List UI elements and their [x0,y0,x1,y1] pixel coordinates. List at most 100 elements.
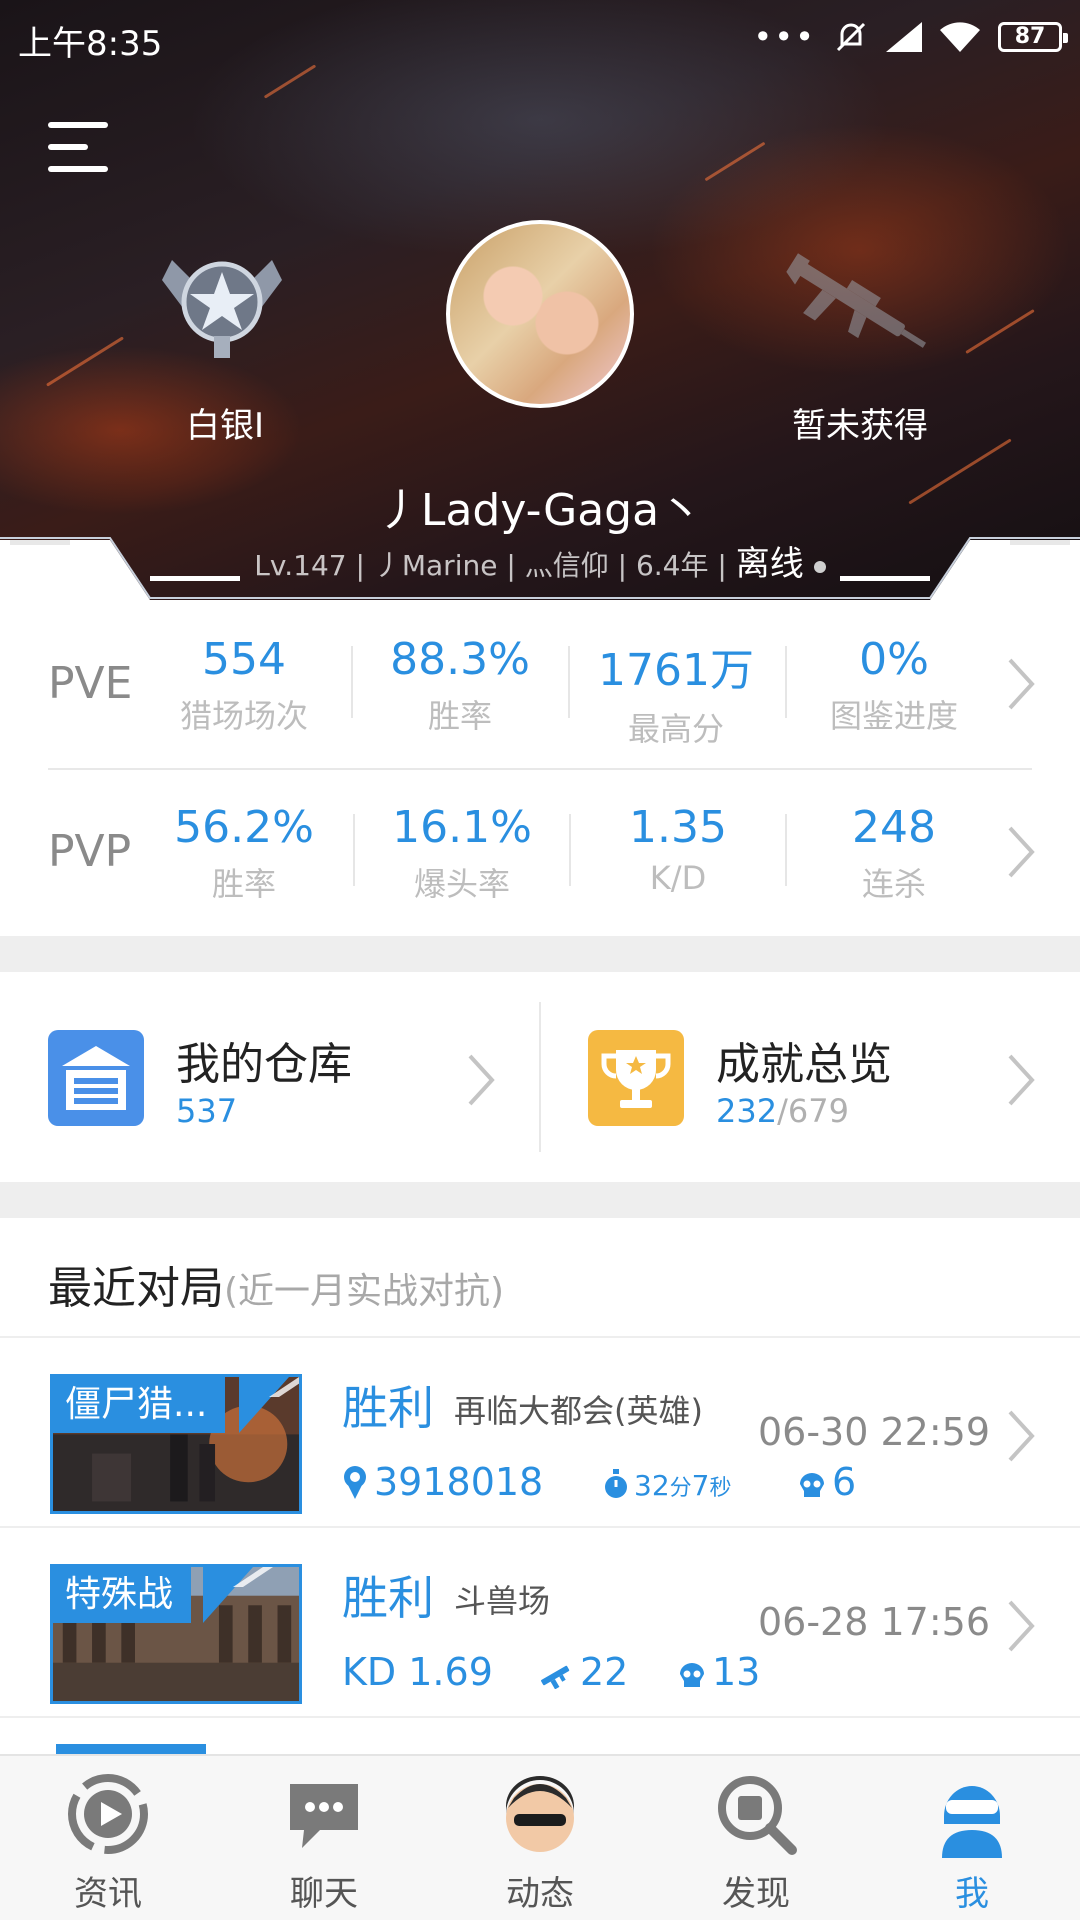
recent-matches-header: 最近对局(近一月实战对抗) [0,1218,1080,1338]
nav-me[interactable]: 我 [864,1756,1080,1920]
profile-header: 上午8:35 ••• 87 白银I 暂未获得 丿Lady-Gaga丶 Lv.14… [0,0,1080,600]
nav-label: 发现 [722,1874,790,1914]
feed-icon [506,1776,574,1852]
match-map: 再临大都会(英雄) [454,1392,703,1430]
stat-label: K/D [649,859,707,897]
stat-label: 连杀 [861,865,926,903]
bottom-nav: 资讯 聊天 动态 发现 我 [0,1754,1080,1920]
nav-label: 聊天 [290,1874,358,1914]
chevron-right-icon[interactable] [1006,824,1036,880]
nav-label: 资讯 [74,1874,142,1914]
menu-button[interactable] [48,122,112,172]
stat-cell: 554 猎场场次 [136,634,352,737]
skull-icon [680,1663,704,1687]
medal-icon [344,1466,366,1499]
shortcuts-panel: 我的仓库 537 成就总览 232/679 [0,972,1080,1182]
match-thumbnail: 特殊战 [50,1564,302,1704]
duration-minutes: 32 [634,1469,670,1502]
trophy-icon [588,1030,684,1126]
score-value: 3918018 [374,1460,544,1504]
silver-rank-icon[interactable] [162,250,282,360]
achievements-title: 成就总览 [716,1039,892,1090]
section-divider [0,936,1080,972]
kills-value: 13 [712,1650,761,1694]
duration-second-unit: 秒 [709,1476,732,1501]
chevron-right-icon [1008,1054,1035,1106]
achievements-done: 232 [716,1092,778,1130]
stat-cell: 56.2% 胜率 [136,802,352,905]
score-metric: 3918018 [342,1460,543,1504]
stat-cell: 16.1% 爆头率 [354,802,570,905]
match-time: 06-28 17:56 [757,1600,990,1644]
stat-label: 爆头率 [413,865,510,903]
duration-seconds: 7 [691,1469,710,1502]
mute-icon [836,22,866,52]
stat-cell: 248 连杀 [786,802,1002,905]
chevron-right-icon[interactable] [1006,656,1036,712]
chevron-right-icon [468,1054,495,1106]
pve-stats-row[interactable]: PVE 554 猎场场次 88.3% 胜率 1761万 最高分 0% 图鉴进度 [0,600,1080,770]
stat-cell: 1761万 最高分 [568,634,784,750]
match-result: 胜利 [342,1381,434,1435]
next-match-peek [56,1744,206,1754]
warehouse-entry[interactable]: 我的仓库 537 [0,972,540,1182]
kills-metric: 6 [798,1460,856,1504]
wifi-icon [940,22,980,52]
kills-value: 6 [832,1460,857,1504]
status-bar: 上午8:35 ••• 87 [0,0,1080,72]
recent-title: 最近对局(近一月实战对抗) [48,1252,504,1316]
stat-value: 88.3% [390,634,530,685]
stat-value: 1761万 [598,645,754,696]
hits-value: 22 [580,1650,629,1694]
nav-label: 动态 [506,1874,574,1914]
recent-title-text: 最近对局 [48,1263,224,1314]
decor-streak [965,309,1035,354]
kills-metric: 13 [678,1650,760,1694]
match-thumbnail: 僵尸猎... [50,1374,302,1514]
chat-icon [290,1784,358,1848]
nav-news[interactable]: 资讯 [0,1756,216,1920]
nav-label: 我 [955,1874,989,1914]
match-map: 斗兽场 [454,1582,551,1620]
achievements-count: 232/679 [716,1092,849,1130]
decor-streak [704,141,766,182]
discover-icon [718,1776,797,1855]
match-result: 胜利 [342,1571,434,1625]
chevron-right-icon [1008,1600,1035,1652]
mode-tag: 特殊战 [53,1567,192,1623]
avatar[interactable] [446,220,634,408]
rifle-icon[interactable] [780,250,940,360]
stat-label: 胜率 [427,697,492,735]
stat-cell: 1.35 K/D [570,802,786,897]
warehouse-icon [48,1030,144,1126]
mode-tag-decor [203,1567,273,1623]
match-row[interactable]: 僵尸猎... 胜利 再临大都会(英雄) 06-30 22:59 3918018 … [0,1338,1080,1528]
match-time: 06-30 22:59 [757,1410,990,1454]
duration-metric: 32分7秒 [604,1460,732,1504]
stat-value: 554 [202,634,286,685]
nav-feed[interactable]: 动态 [432,1756,648,1920]
stat-label: 图鉴进度 [829,697,958,735]
match-row[interactable]: 特殊战 胜利 斗兽场 06-28 17:56 KD 1.69 22 13 [0,1528,1080,1718]
nav-discover[interactable]: 发现 [648,1756,864,1920]
achievements-total: /679 [777,1092,849,1130]
nav-chat[interactable]: 聊天 [216,1756,432,1920]
stat-value: 0% [859,634,929,685]
achievements-entry[interactable]: 成就总览 232/679 [540,972,1080,1182]
stat-value: 56.2% [174,802,314,853]
kd-metric: KD 1.69 [342,1650,493,1694]
more-notifications-icon: ••• [753,18,816,56]
hits-metric: 22 [538,1650,628,1694]
stat-value: 1.35 [629,802,727,853]
signal-icon [886,22,922,52]
news-icon [68,1774,148,1854]
chevron-right-icon [1008,1410,1035,1462]
warehouse-title: 我的仓库 [176,1039,352,1090]
stat-value: 16.1% [392,802,532,853]
pve-label: PVE [48,658,133,709]
me-icon [942,1786,1002,1858]
stat-cell: 0% 图鉴进度 [786,634,1002,737]
stat-label: 胜率 [211,865,276,903]
weapon-status-label: 暂未获得 [792,406,928,446]
pvp-stats-row[interactable]: PVP 56.2% 胜率 16.1% 爆头率 1.35 K/D 248 连杀 [0,768,1080,936]
